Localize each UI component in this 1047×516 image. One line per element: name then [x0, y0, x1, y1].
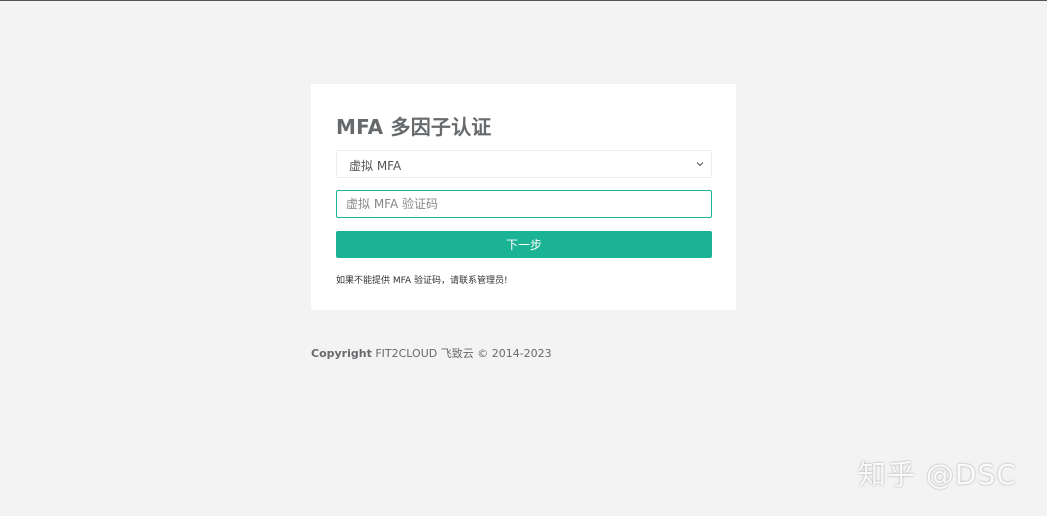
copyright-text: FIT2CLOUD 飞致云 © 2014-2023 — [371, 347, 552, 360]
footer-copyright: Copyright FIT2CLOUD 飞致云 © 2014-2023 — [311, 345, 552, 361]
mfa-type-select[interactable]: 虚拟 MFA — [336, 150, 712, 178]
mfa-login-card: MFA 多因子认证 虚拟 MFA 下一步 如果不能提供 MFA 验证码，请联系管… — [311, 84, 736, 310]
page-title: MFA 多因子认证 — [336, 115, 492, 139]
copyright-label: Copyright — [311, 347, 372, 360]
next-step-button[interactable]: 下一步 — [336, 231, 712, 258]
watermark: 知乎 @DSC — [858, 458, 1017, 491]
mfa-type-selected-value: 虚拟 MFA — [349, 159, 402, 173]
mfa-code-input[interactable] — [336, 190, 712, 218]
chevron-down-icon — [696, 162, 704, 167]
help-text: 如果不能提供 MFA 验证码，请联系管理员! — [336, 276, 508, 286]
